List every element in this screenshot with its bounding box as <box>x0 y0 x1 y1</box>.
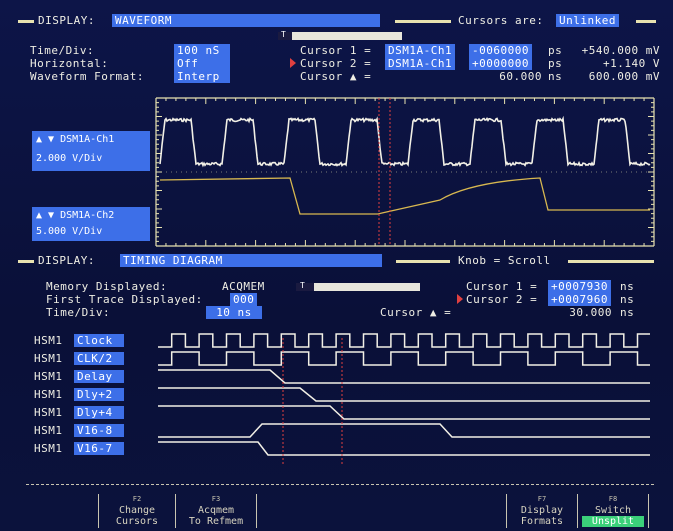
softkey-f2-line1: Change <box>118 505 156 516</box>
softkey-f2-label: F2 <box>132 495 142 503</box>
softkey-switch-unsplit[interactable]: F8 Switch Unsplit <box>578 494 649 528</box>
softkey-separator <box>26 484 654 485</box>
softkey-f8-line1: Switch <box>594 505 632 516</box>
softkey-f3-line1: Acqmem <box>197 505 235 516</box>
softkey-acqmem-to-refmem[interactable]: F3 Acqmem To Refmem <box>176 494 257 528</box>
softkey-f7-line1: Display <box>520 505 564 516</box>
softkey-f7-line2: Formats <box>520 516 564 527</box>
softkey-f2-line2: Cursors <box>115 516 159 527</box>
softkey-display-formats[interactable]: F7 Display Formats <box>506 494 578 528</box>
logic-analyzer-screen: DISPLAY: WAVEFORM Cursors are: Unlinked … <box>0 0 673 531</box>
softkey-f3-line2: To Refmem <box>188 516 244 527</box>
softkey-f7-label: F7 <box>537 495 547 503</box>
softkey-f8-label: F8 <box>608 495 618 503</box>
timing-diagram <box>158 333 650 466</box>
softkey-change-cursors[interactable]: F2 Change Cursors <box>98 494 176 528</box>
softkey-f3-label: F3 <box>211 495 221 503</box>
softkey-f8-line2: Unsplit <box>582 516 644 527</box>
